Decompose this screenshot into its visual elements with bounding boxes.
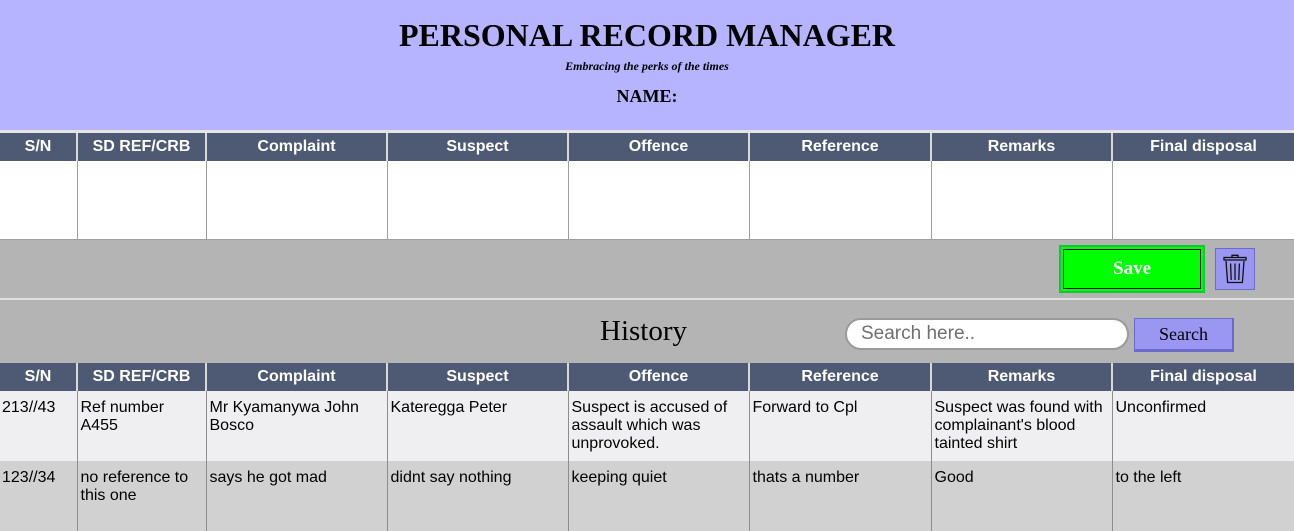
name-label: NAME: — [616, 86, 678, 106]
cell-offence: Suspect is accused of assault which was … — [567, 391, 749, 461]
cell-final-disposal: Unconfirmed — [1111, 391, 1294, 461]
history-bar: History Search — [0, 300, 1294, 363]
entry-row — [0, 161, 1294, 240]
cell-remarks: Suspect was found with complainant's blo… — [930, 391, 1112, 461]
cell-reference: thats a number — [748, 461, 931, 531]
action-bar: Save — [0, 240, 1294, 300]
column-header-sd-ref: SD REF/CRB — [76, 133, 206, 161]
column-header-suspect: Suspect — [386, 363, 568, 391]
trash-icon — [1223, 254, 1247, 284]
entry-cell-complaint[interactable] — [205, 161, 387, 240]
column-header-offence: Offence — [567, 133, 749, 161]
column-header-remarks: Remarks — [930, 363, 1112, 391]
entry-cell-sd-ref[interactable] — [76, 161, 206, 240]
entry-cell-reference[interactable] — [748, 161, 931, 240]
entry-cell-sn[interactable] — [0, 161, 77, 240]
history-table-header: S/N SD REF/CRB Complaint Suspect Offence… — [0, 363, 1294, 391]
entry-cell-offence[interactable] — [567, 161, 749, 240]
delete-button[interactable] — [1215, 248, 1255, 290]
cell-sn: 123//34 — [0, 461, 77, 531]
save-button[interactable]: Save — [1059, 245, 1205, 293]
column-header-offence: Offence — [567, 363, 749, 391]
search-button[interactable]: Search — [1134, 318, 1234, 352]
cell-suspect: Kateregga Peter — [386, 391, 568, 461]
column-header-sn: S/N — [0, 363, 77, 391]
app-header: PERSONAL RECORD MANAGER Embracing the pe… — [0, 0, 1294, 130]
history-table: S/N SD REF/CRB Complaint Suspect Offence… — [0, 363, 1294, 531]
search-input[interactable] — [845, 318, 1129, 350]
column-header-reference: Reference — [748, 363, 931, 391]
column-header-reference: Reference — [748, 133, 931, 161]
column-header-final-disposal: Final disposal — [1111, 363, 1294, 391]
cell-complaint: Mr Kyamanywa John Bosco — [205, 391, 387, 461]
column-header-final-disposal: Final disposal — [1111, 133, 1294, 161]
entry-cell-remarks[interactable] — [930, 161, 1112, 240]
column-header-complaint: Complaint — [205, 133, 387, 161]
entry-table: S/N SD REF/CRB Complaint Suspect Offence… — [0, 133, 1294, 240]
table-row: 123//34 no reference to this one says he… — [0, 461, 1294, 531]
entry-table-header: S/N SD REF/CRB Complaint Suspect Offence… — [0, 133, 1294, 161]
column-header-complaint: Complaint — [205, 363, 387, 391]
column-header-remarks: Remarks — [930, 133, 1112, 161]
cell-final-disposal: to the left — [1111, 461, 1294, 531]
cell-suspect: didnt say nothing — [386, 461, 568, 531]
cell-reference: Forward to Cpl — [748, 391, 931, 461]
cell-offence: keeping quiet — [567, 461, 749, 531]
page-tagline: Embracing the perks of the times — [565, 59, 729, 73]
column-header-sd-ref: SD REF/CRB — [76, 363, 206, 391]
entry-cell-final-disposal[interactable] — [1111, 161, 1294, 240]
column-header-sn: S/N — [0, 133, 77, 161]
page-title: PERSONAL RECORD MANAGER — [398, 17, 896, 53]
cell-sd-ref: Ref number A455 — [76, 391, 206, 461]
entry-cell-suspect[interactable] — [386, 161, 568, 240]
table-row: 213//43 Ref number A455 Mr Kyamanywa Joh… — [0, 391, 1294, 461]
cell-complaint: says he got mad — [205, 461, 387, 531]
cell-sd-ref: no reference to this one — [76, 461, 206, 531]
cell-sn: 213//43 — [0, 391, 77, 461]
history-title: History — [600, 315, 687, 347]
column-header-suspect: Suspect — [386, 133, 568, 161]
cell-remarks: Good — [930, 461, 1112, 531]
